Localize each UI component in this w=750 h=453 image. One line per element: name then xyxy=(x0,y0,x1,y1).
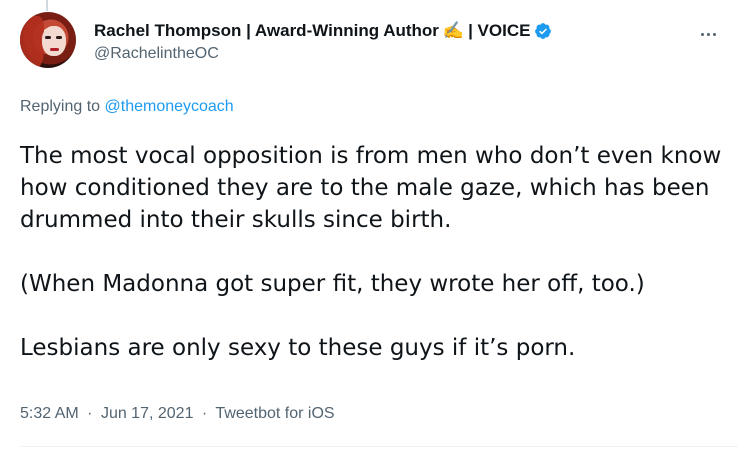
author-name-text: Rachel Thompson | Award-Winning Author xyxy=(94,21,439,40)
author-display-name[interactable]: Rachel Thompson | Award-Winning Author ✍… xyxy=(94,20,552,42)
verified-badge-icon xyxy=(535,23,552,39)
more-options-button[interactable] xyxy=(696,22,720,46)
more-horizontal-icon xyxy=(700,32,704,36)
replying-to-line: Replying to @themoneycoach xyxy=(20,98,234,116)
thread-connector-line xyxy=(46,0,48,11)
tweet-paragraph: The most vocal opposition is from men wh… xyxy=(20,143,722,233)
avatar-hair xyxy=(20,16,44,68)
tweet-body: The most vocal opposition is from men wh… xyxy=(20,140,736,364)
tweet-header: Rachel Thompson | Award-Winning Author ✍… xyxy=(20,12,734,68)
replying-mention-link[interactable]: @themoneycoach xyxy=(105,98,234,115)
tweet-card: Rachel Thompson | Award-Winning Author ✍… xyxy=(0,0,750,453)
tweet-timestamp-date[interactable]: Jun 17, 2021 xyxy=(101,405,194,422)
tweet-divider xyxy=(20,446,738,447)
replying-prefix: Replying to xyxy=(20,98,101,115)
tweet-paragraph: (When Madonna got super fit, they wrote … xyxy=(20,271,645,297)
author-name-block: Rachel Thompson | Award-Winning Author ✍… xyxy=(94,20,552,64)
meta-separator: · xyxy=(87,405,93,422)
more-dot xyxy=(706,32,710,36)
tweet-metadata: 5:32 AM · Jun 17, 2021 · Tweetbot for iO… xyxy=(20,405,335,423)
avatar-lips xyxy=(50,48,59,51)
more-dot xyxy=(712,32,716,36)
avatar-eye-right xyxy=(56,36,62,39)
meta-separator: · xyxy=(201,405,208,422)
author-handle[interactable]: @RachelintheOC xyxy=(94,44,552,64)
author-avatar[interactable] xyxy=(20,12,76,68)
avatar-eye-left xyxy=(45,36,51,39)
avatar-face xyxy=(42,26,66,56)
tweet-source-link[interactable]: Tweetbot for iOS xyxy=(215,405,334,422)
tweet-timestamp-time[interactable]: 5:32 AM xyxy=(20,405,79,422)
author-name-suffix: | VOICE xyxy=(468,21,531,40)
writing-hand-icon: ✍️ xyxy=(442,21,465,40)
tweet-paragraph: Lesbians are only sexy to these guys if … xyxy=(20,335,576,361)
